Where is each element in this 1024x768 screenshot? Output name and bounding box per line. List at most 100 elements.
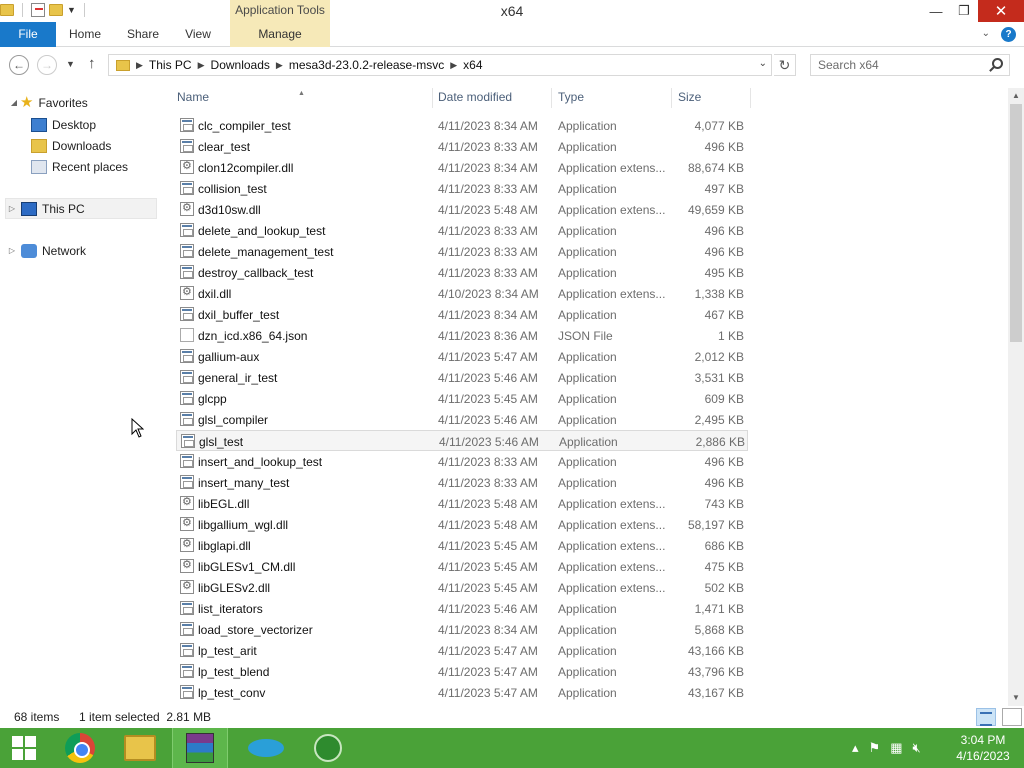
file-row[interactable]: libGLESv2.dll4/11/2023 5:45 AMApplicatio…: [176, 577, 748, 598]
file-row[interactable]: lp_test_conv 4/11/2023 5:47 AM Application…: [176, 682, 748, 703]
tab-file[interactable]: File: [0, 22, 56, 47]
chevron-right-icon[interactable]: ▶: [198, 60, 205, 71]
file-row[interactable]: glsl_compiler 4/11/2023 5:46 AM Applicatio…: [176, 409, 748, 430]
file-size: 2,012 KB: [694, 350, 744, 364]
recent-locations-icon[interactable]: ▼: [66, 59, 75, 69]
column-divider[interactable]: [671, 88, 672, 108]
new-folder-icon[interactable]: [49, 4, 63, 16]
file-row[interactable]: clc_compiler_test 4/11/2023 8:34 AM Applic…: [176, 115, 748, 136]
file-row[interactable]: gallium-aux 4/11/2023 5:47 AM Application 2…: [176, 346, 748, 367]
file-row[interactable]: libEGL.dll4/11/2023 5:48 AMApplication e…: [176, 493, 748, 514]
scrollbar-thumb[interactable]: [1010, 104, 1022, 342]
json-file-icon: [180, 328, 194, 342]
customize-toolbar-icon[interactable]: ▼: [67, 5, 76, 15]
file-row[interactable]: libgallium_wgl.dll4/11/2023 5:48 AMAppli…: [176, 514, 748, 535]
maximize-button[interactable]: ❐: [950, 0, 978, 22]
taskbar-bug-app[interactable]: [300, 728, 356, 768]
details-view-button[interactable]: [976, 708, 996, 726]
file-row[interactable]: lp_test_blend 4/11/2023 5:47 AM Applicatio…: [176, 661, 748, 682]
file-row[interactable]: destroy_callback_test 4/11/2023 8:33 AM Ap…: [176, 262, 748, 283]
action-center-flag-icon[interactable]: ⚑: [869, 740, 881, 756]
large-icons-view-button[interactable]: [1002, 708, 1022, 726]
expand-icon[interactable]: ▷: [6, 204, 18, 213]
collapse-icon[interactable]: ◢: [8, 98, 20, 107]
expand-icon[interactable]: ▷: [6, 246, 18, 255]
file-row[interactable]: dxil_buffer_test 4/11/2023 8:34 AM Applica…: [176, 304, 748, 325]
vertical-scrollbar[interactable]: ▲ ▼: [1008, 88, 1024, 706]
tab-home[interactable]: Home: [60, 22, 110, 47]
minimize-button[interactable]: —: [922, 0, 950, 22]
nav-network[interactable]: ▷ Network: [6, 240, 86, 261]
file-size: 496 KB: [704, 140, 744, 154]
up-button[interactable]: ↑: [88, 55, 96, 72]
chevron-right-icon[interactable]: ▶: [136, 60, 143, 71]
scroll-up-icon[interactable]: ▲: [1008, 88, 1024, 104]
close-button[interactable]: ✕: [978, 0, 1024, 22]
file-row[interactable]: collision_test 4/11/2023 8:33 AM Applicati…: [176, 178, 748, 199]
column-name[interactable]: Name: [177, 90, 209, 104]
file-name: lp_test_arit: [198, 644, 257, 658]
network-status-icon[interactable]: ▦: [890, 740, 902, 756]
chevron-right-icon[interactable]: ▶: [450, 60, 457, 71]
file-row[interactable]: delete_and_lookup_test 4/11/2023 8:33 AM A…: [176, 220, 748, 241]
file-row[interactable]: clon12compiler.dll4/11/2023 8:34 AMAppli…: [176, 157, 748, 178]
search-icon[interactable]: [992, 58, 1003, 69]
start-button[interactable]: [0, 728, 48, 768]
file-size: 496 KB: [704, 245, 744, 259]
search-box[interactable]: [810, 54, 1010, 76]
show-hidden-icons-icon[interactable]: ▴: [852, 740, 859, 756]
file-row[interactable]: delete_management_test 4/11/2023 8:33 AM A…: [176, 241, 748, 262]
column-divider[interactable]: [750, 88, 751, 108]
nav-favorites[interactable]: ◢ ★ Favorites: [8, 92, 88, 113]
nav-this-pc[interactable]: ▷ This PC: [5, 198, 157, 219]
column-size[interactable]: Size: [678, 90, 701, 104]
taskbar-chrome[interactable]: [52, 728, 108, 768]
nav-downloads[interactable]: Downloads: [28, 135, 111, 156]
file-row[interactable]: d3d10sw.dll4/11/2023 5:48 AMApplication …: [176, 199, 748, 220]
nav-network-label: Network: [42, 243, 87, 258]
expand-ribbon-icon[interactable]: ⌄: [982, 28, 990, 39]
column-type[interactable]: Type: [558, 90, 584, 104]
file-row[interactable]: libGLESv1_CM.dll4/11/2023 5:45 AMApplica…: [176, 556, 748, 577]
volume-muted-icon[interactable]: 🔇︎: [912, 740, 920, 756]
back-button[interactable]: ←: [9, 55, 29, 75]
nav-recent-places[interactable]: Recent places: [28, 156, 128, 177]
clock[interactable]: 3:04 PM 4/16/2023: [948, 732, 1018, 764]
properties-icon[interactable]: [31, 3, 45, 17]
breadcrumb-x64[interactable]: x64: [463, 58, 482, 72]
file-row[interactable]: load_store_vectorizer 4/11/2023 8:34 AM Ap…: [176, 619, 748, 640]
file-row[interactable]: libglapi.dll4/11/2023 5:45 AMApplication…: [176, 535, 748, 556]
tab-view[interactable]: View: [174, 22, 222, 47]
help-icon[interactable]: ?: [1001, 27, 1016, 42]
refresh-button[interactable]: ↻: [774, 54, 796, 76]
tab-manage[interactable]: Manage: [230, 22, 330, 47]
search-input[interactable]: [811, 55, 981, 75]
column-divider[interactable]: [551, 88, 552, 108]
breadcrumb-mesa3d[interactable]: mesa3d-23.0.2-release-msvc: [289, 58, 444, 72]
tab-share[interactable]: Share: [118, 22, 168, 47]
taskbar-file-explorer[interactable]: [112, 728, 168, 768]
file-row[interactable]: insert_and_lookup_test 4/11/2023 8:33 AM A…: [176, 451, 748, 472]
file-row[interactable]: glsl_test 4/11/2023 5:46 AM Application 2,8…: [176, 430, 748, 451]
taskbar-dolphin[interactable]: [238, 728, 294, 768]
file-row[interactable]: general_ir_test 4/11/2023 5:46 AM Applicat…: [176, 367, 748, 388]
file-row[interactable]: clear_test 4/11/2023 8:33 AM Application 49…: [176, 136, 748, 157]
file-row[interactable]: insert_many_test 4/11/2023 8:33 AM Applica…: [176, 472, 748, 493]
address-bar[interactable]: ▶ This PC ▶ Downloads ▶ mesa3d-23.0.2-re…: [108, 54, 772, 76]
file-row[interactable]: lp_test_arit 4/11/2023 5:47 AM Application…: [176, 640, 748, 661]
taskbar-winrar[interactable]: [172, 728, 228, 768]
file-row[interactable]: dzn_icd.x86_64.json 4/11/2023 8:36 AM JSON…: [176, 325, 748, 346]
chevron-down-icon[interactable]: ⌄: [759, 58, 767, 69]
scroll-down-icon[interactable]: ▼: [1008, 690, 1024, 706]
breadcrumb-downloads[interactable]: Downloads: [211, 58, 270, 72]
column-date-modified[interactable]: Date modified: [438, 90, 512, 104]
forward-button[interactable]: →: [37, 55, 57, 75]
file-row[interactable]: dxil.dll4/10/2023 8:34 AMApplication ext…: [176, 283, 748, 304]
column-divider[interactable]: [432, 88, 433, 108]
file-row[interactable]: glcpp 4/11/2023 5:45 AM Application 609 KB: [176, 388, 748, 409]
file-name: d3d10sw.dll: [198, 203, 261, 217]
breadcrumb-this-pc[interactable]: This PC: [149, 58, 192, 72]
nav-desktop[interactable]: Desktop: [28, 114, 96, 135]
chevron-right-icon[interactable]: ▶: [276, 60, 283, 71]
file-row[interactable]: list_iterators 4/11/2023 5:46 AM Applicati…: [176, 598, 748, 619]
